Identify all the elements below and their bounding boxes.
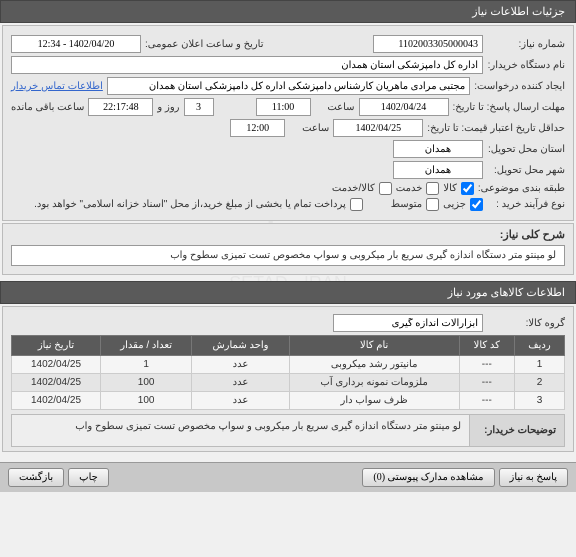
creator-input[interactable] bbox=[107, 77, 470, 95]
attachments-button[interactable]: مشاهده مدارک پیوستی (0) bbox=[362, 468, 494, 487]
table-cell: 3 bbox=[515, 392, 565, 410]
need-number-input[interactable] bbox=[373, 35, 483, 53]
buyer-notes-text: لو مینتو متر دستگاه اندازه گیری سریع بار… bbox=[12, 415, 469, 446]
table-cell: --- bbox=[459, 374, 514, 392]
group-input[interactable] bbox=[333, 314, 483, 332]
table-cell: 100 bbox=[101, 374, 192, 392]
table-cell: عدد bbox=[192, 356, 289, 374]
table-header: تعداد / مقدار bbox=[101, 336, 192, 356]
purchase-opt1-label: جزیی bbox=[443, 199, 466, 210]
days-label: روز و bbox=[157, 102, 179, 113]
table-cell: --- bbox=[459, 356, 514, 374]
need-number-label: شماره نیاز: bbox=[487, 39, 565, 50]
need-loc-label: استان محل تحویل: bbox=[487, 144, 565, 155]
table-cell: عدد bbox=[192, 374, 289, 392]
back-button[interactable]: بازگشت bbox=[8, 468, 64, 487]
need-city-input[interactable] bbox=[393, 140, 483, 158]
table-cell: ظرف سواب دار bbox=[289, 392, 459, 410]
description-section: شرح کلی نیاز: لو مینتو متر دستگاه اندازه… bbox=[2, 223, 574, 275]
goods-header: اطلاعات کالاهای مورد نیاز bbox=[0, 281, 576, 304]
group-label: گروه کالا: bbox=[487, 318, 565, 329]
cat-goods-label: کالا bbox=[443, 183, 457, 194]
deadline-label: مهلت ارسال پاسخ: تا تاریخ: bbox=[453, 102, 565, 113]
desc-text: لو مینتو متر دستگاه اندازه گیری سریع بار… bbox=[11, 245, 565, 266]
deadline-date-input[interactable] bbox=[359, 98, 449, 116]
table-row[interactable]: 1---مانیتور رشد میکروبیعدد11402/04/25 bbox=[12, 356, 565, 374]
payment-checkbox[interactable] bbox=[350, 198, 363, 211]
remain-label: ساعت باقی مانده bbox=[11, 102, 84, 113]
contact-link[interactable]: اطلاعات تماس خریدار bbox=[11, 81, 103, 92]
cat-both-label: کالا/خدمت bbox=[332, 183, 375, 194]
goods-table: ردیفکد کالانام کالاواحد شمارشتعداد / مقد… bbox=[11, 335, 565, 410]
table-header: تاریخ نیاز bbox=[12, 336, 101, 356]
remain-time-input bbox=[88, 98, 153, 116]
announce-label: تاریخ و ساعت اعلان عمومی: bbox=[145, 39, 264, 50]
time-label-2: ساعت bbox=[289, 123, 329, 134]
table-cell: عدد bbox=[192, 392, 289, 410]
deliver-loc-label: شهر محل تحویل: bbox=[487, 165, 565, 176]
table-cell: ملزومات نمونه برداری آب bbox=[289, 374, 459, 392]
purchase-opt2-label: متوسط bbox=[391, 199, 422, 210]
validity-time-input[interactable] bbox=[230, 119, 285, 137]
table-cell: 1402/04/25 bbox=[12, 356, 101, 374]
table-cell: 2 bbox=[515, 374, 565, 392]
validity-date-input[interactable] bbox=[333, 119, 423, 137]
table-cell: 1 bbox=[515, 356, 565, 374]
table-header: کد کالا bbox=[459, 336, 514, 356]
table-header: ردیف bbox=[515, 336, 565, 356]
table-cell: --- bbox=[459, 392, 514, 410]
respond-button[interactable]: پاسخ به نیاز bbox=[499, 468, 569, 487]
creator-label: ایجاد کننده درخواست: bbox=[474, 81, 565, 92]
buyer-org-label: نام دستگاه خریدار: bbox=[487, 60, 565, 71]
days-input bbox=[184, 98, 214, 116]
table-row[interactable]: 3---ظرف سواب دارعدد1001402/04/25 bbox=[12, 392, 565, 410]
purchase-opt2-checkbox[interactable] bbox=[426, 198, 439, 211]
table-cell: 1402/04/25 bbox=[12, 392, 101, 410]
announce-input[interactable] bbox=[11, 35, 141, 53]
footer-bar: پاسخ به نیاز مشاهده مدارک پیوستی (0) چاپ… bbox=[0, 462, 576, 492]
desc-label: شرح کلی نیاز: bbox=[11, 228, 565, 241]
table-cell: مانیتور رشد میکروبی bbox=[289, 356, 459, 374]
buyer-org-input[interactable] bbox=[11, 56, 483, 74]
buyer-notes: توضیحات خریدار: لو مینتو متر دستگاه اندا… bbox=[11, 414, 565, 447]
table-cell: 100 bbox=[101, 392, 192, 410]
table-header: نام کالا bbox=[289, 336, 459, 356]
cat-both-checkbox[interactable] bbox=[379, 182, 392, 195]
purchase-opt1-checkbox[interactable] bbox=[470, 198, 483, 211]
payment-note: پرداخت تمام یا بخشی از مبلغ خرید،از محل … bbox=[34, 199, 346, 210]
cat-goods-checkbox[interactable] bbox=[461, 182, 474, 195]
deliver-city-input[interactable] bbox=[393, 161, 483, 179]
validity-label: حداقل تاریخ اعتبار قیمت: تا تاریخ: bbox=[427, 123, 565, 134]
deadline-time-input[interactable] bbox=[256, 98, 311, 116]
cat-service-label: خدمت bbox=[396, 183, 423, 194]
purchase-label: نوع فرآیند خرید : bbox=[487, 199, 565, 210]
table-row[interactable]: 2---ملزومات نمونه برداری آبعدد1001402/04… bbox=[12, 374, 565, 392]
cat-service-checkbox[interactable] bbox=[426, 182, 439, 195]
table-cell: 1 bbox=[101, 356, 192, 374]
goods-section: گروه کالا: ردیفکد کالانام کالاواحد شمارش… bbox=[2, 306, 574, 452]
buyer-notes-label: توضیحات خریدار: bbox=[469, 415, 564, 446]
table-cell: 1402/04/25 bbox=[12, 374, 101, 392]
panel-header: جزئیات اطلاعات نیاز bbox=[0, 0, 576, 23]
details-section: شماره نیاز: تاریخ و ساعت اعلان عمومی: نا… bbox=[2, 25, 574, 221]
category-label: طبقه بندی موضوعی: bbox=[478, 183, 565, 194]
print-button[interactable]: چاپ bbox=[68, 468, 109, 487]
table-header: واحد شمارش bbox=[192, 336, 289, 356]
time-label-1: ساعت bbox=[315, 102, 355, 113]
